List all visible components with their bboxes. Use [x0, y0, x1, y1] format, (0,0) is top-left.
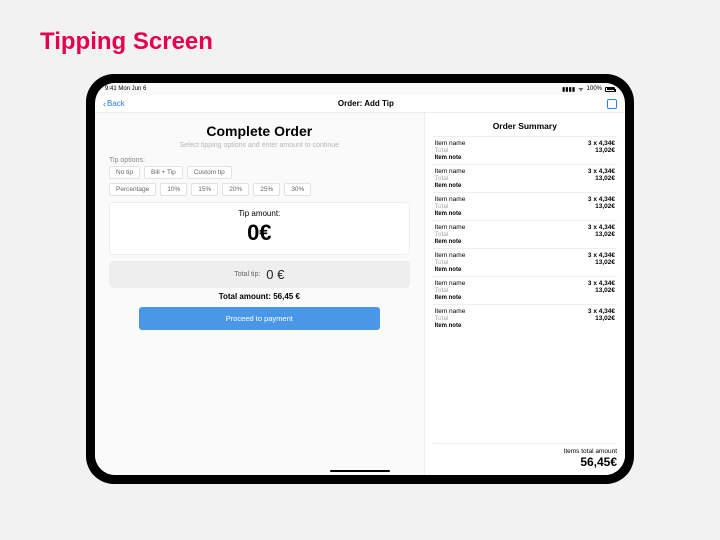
status-time: 9:41 Mon Jun 6: [105, 86, 146, 92]
item-subtotal: 13,02€: [595, 315, 615, 322]
item-note: Item note: [435, 183, 615, 189]
tip-option-chip[interactable]: 25%: [253, 183, 280, 196]
summary-item: Item name 3 x 4,34€ Total 13,02€ Item no…: [433, 248, 617, 276]
main-subtitle: Select tipping options and enter amount …: [109, 142, 410, 149]
summary-footer: Items total amount 56,45€: [433, 443, 617, 469]
item-qty-price: 3 x 4,34€: [588, 196, 615, 203]
proceed-button[interactable]: Proceed to payment: [139, 307, 379, 330]
total-amount-row: Total amount: 56,45 €: [109, 292, 410, 301]
item-qty-price: 3 x 4,34€: [588, 140, 615, 147]
tablet-frame: 9:41 Mon Jun 6 ▮▮▮▮ ᯤ 100% ‹ Back Order:…: [86, 74, 634, 484]
footer-label: Items total amount: [433, 448, 617, 455]
item-name: Item name: [435, 224, 466, 231]
item-total-label: Total: [435, 147, 449, 154]
tip-option-chip[interactable]: 30%: [284, 183, 311, 196]
tip-options-row-1: No tip Bill + Tip Custom tip: [109, 166, 410, 179]
back-button[interactable]: ‹ Back: [103, 99, 125, 109]
total-tip-strip: Total tip: 0 €: [109, 261, 410, 288]
item-total-label: Total: [435, 287, 449, 294]
item-qty-price: 3 x 4,34€: [588, 252, 615, 259]
tip-option-chip[interactable]: Custom tip: [187, 166, 232, 179]
item-qty-price: 3 x 4,34€: [588, 224, 615, 231]
item-name: Item name: [435, 168, 466, 175]
total-tip-value: 0 €: [266, 267, 284, 282]
status-bar: 9:41 Mon Jun 6 ▮▮▮▮ ᯤ 100%: [95, 83, 625, 95]
item-subtotal: 13,02€: [595, 287, 615, 294]
item-name: Item name: [435, 196, 466, 203]
total-amount-label: Total amount:: [219, 292, 271, 301]
item-subtotal: 13,02€: [595, 259, 615, 266]
screen: 9:41 Mon Jun 6 ▮▮▮▮ ᯤ 100% ‹ Back Order:…: [95, 83, 625, 475]
tip-amount-label: Tip amount:: [110, 209, 409, 218]
item-name: Item name: [435, 252, 466, 259]
item-name: Item name: [435, 280, 466, 287]
total-tip-label: Total tip:: [234, 271, 260, 278]
tip-option-chip[interactable]: 10%: [160, 183, 187, 196]
item-total-label: Total: [435, 175, 449, 182]
summary-item: Item name 3 x 4,34€ Total 13,02€ Item no…: [433, 136, 617, 164]
status-signal-icon: ▮▮▮▮: [562, 86, 575, 93]
item-name: Item name: [435, 308, 466, 315]
page-title: Tipping Screen: [40, 28, 680, 56]
tip-option-chip[interactable]: 15%: [191, 183, 218, 196]
item-total-label: Total: [435, 203, 449, 210]
summary-item: Item name 3 x 4,34€ Total 13,02€ Item no…: [433, 304, 617, 332]
summary-item: Item name 3 x 4,34€ Total 13,02€ Item no…: [433, 164, 617, 192]
item-name: Item name: [435, 140, 466, 147]
item-qty-price: 3 x 4,34€: [588, 280, 615, 287]
item-note: Item note: [435, 295, 615, 301]
tip-option-chip[interactable]: No tip: [109, 166, 140, 179]
item-subtotal: 13,02€: [595, 175, 615, 182]
tip-option-chip[interactable]: Bill + Tip: [144, 166, 183, 179]
item-subtotal: 13,02€: [595, 203, 615, 210]
status-wifi-icon: ᯤ: [578, 85, 583, 93]
item-subtotal: 13,02€: [595, 147, 615, 154]
item-total-label: Total: [435, 231, 449, 238]
item-note: Item note: [435, 211, 615, 217]
tip-amount-value: 0€: [110, 220, 409, 246]
main-panel: Complete Order Select tipping options an…: [95, 113, 424, 475]
nav-bar: ‹ Back Order: Add Tip: [95, 95, 625, 113]
chevron-left-icon: ‹: [103, 99, 106, 109]
tip-option-chip[interactable]: 20%: [222, 183, 249, 196]
summary-item: Item name 3 x 4,34€ Total 13,02€ Item no…: [433, 276, 617, 304]
summary-item: Item name 3 x 4,34€ Total 13,02€ Item no…: [433, 220, 617, 248]
tip-option-chip[interactable]: Percentage: [109, 183, 156, 196]
tip-options-row-2: Percentage 10% 15% 20% 25% 30%: [109, 183, 410, 196]
order-summary-panel: Order Summary Item name 3 x 4,34€ Total …: [424, 113, 625, 475]
item-note: Item note: [435, 267, 615, 273]
home-indicator[interactable]: [330, 470, 390, 473]
nav-action-button[interactable]: [607, 99, 617, 109]
status-battery-pct: 100%: [587, 86, 602, 92]
tip-options-label: Tip options:: [109, 157, 410, 164]
summary-items: Item name 3 x 4,34€ Total 13,02€ Item no…: [433, 136, 617, 443]
item-note: Item note: [435, 323, 615, 329]
battery-icon: [605, 87, 615, 92]
summary-item: Item name 3 x 4,34€ Total 13,02€ Item no…: [433, 192, 617, 220]
nav-title: Order: Add Tip: [338, 99, 394, 108]
item-subtotal: 13,02€: [595, 231, 615, 238]
item-note: Item note: [435, 155, 615, 161]
item-total-label: Total: [435, 259, 449, 266]
main-title: Complete Order: [109, 123, 410, 139]
back-label: Back: [107, 99, 125, 108]
footer-value: 56,45€: [433, 455, 617, 469]
tip-amount-card[interactable]: Tip amount: 0€: [109, 202, 410, 255]
summary-title: Order Summary: [433, 119, 617, 136]
item-qty-price: 3 x 4,34€: [588, 308, 615, 315]
item-qty-price: 3 x 4,34€: [588, 168, 615, 175]
item-total-label: Total: [435, 315, 449, 322]
item-note: Item note: [435, 239, 615, 245]
total-amount-value: 56,45 €: [273, 292, 300, 301]
